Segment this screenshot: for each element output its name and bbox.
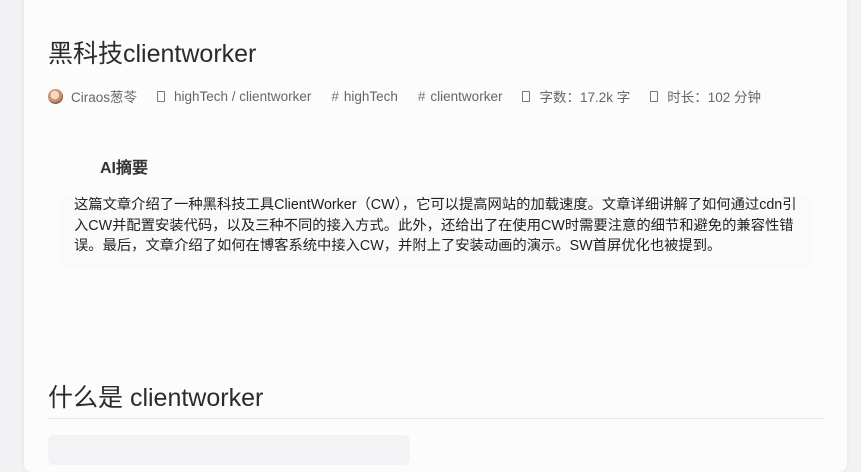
file-text-icon xyxy=(522,90,531,102)
author-link[interactable]: Ciraos葱苓 xyxy=(48,86,137,106)
tag-link-clientworker[interactable]: # clientworker xyxy=(418,89,503,104)
section-heading: 什么是 clientworker xyxy=(48,384,264,412)
category-link[interactable]: highTech / clientworker xyxy=(157,89,311,104)
word-count-label: 字数：17.2k 字 xyxy=(539,90,631,105)
tag-label: highTech xyxy=(343,88,398,104)
post-card: 黑科技clientworker Ciraos葱苓 highTech / clie… xyxy=(24,0,847,472)
duration-label: 时长：102 分钟 xyxy=(667,90,762,105)
hash-icon: # xyxy=(331,88,339,104)
tag-label: clientworker xyxy=(430,88,503,104)
code-block xyxy=(48,435,410,465)
clock-icon xyxy=(650,90,659,102)
hash-icon: # xyxy=(417,88,426,104)
category-label: highTech / clientworker xyxy=(174,88,312,104)
post-meta: Ciraos葱苓 highTech / clientworker # highT… xyxy=(48,86,781,106)
tag-link-hightech[interactable]: # highTech xyxy=(331,89,398,104)
avatar xyxy=(48,88,63,104)
word-count: 字数：17.2k 字 xyxy=(522,86,630,106)
ai-summary-text: 这篇文章介绍了一种黑科技工具ClientWorker（CW），它可以提高网站的加… xyxy=(60,195,812,269)
ai-summary-heading: AI摘要 xyxy=(100,160,149,177)
reading-duration: 时长：102 分钟 xyxy=(650,86,761,106)
post-title: 黑科技clientworker xyxy=(48,40,257,68)
section-divider xyxy=(48,418,824,419)
author-name: Ciraos葱苓 xyxy=(71,90,138,105)
folder-icon xyxy=(157,90,166,102)
ai-summary: AI摘要 这篇文章介绍了一种黑科技工具ClientWorker（CW），它可以提… xyxy=(58,137,813,283)
